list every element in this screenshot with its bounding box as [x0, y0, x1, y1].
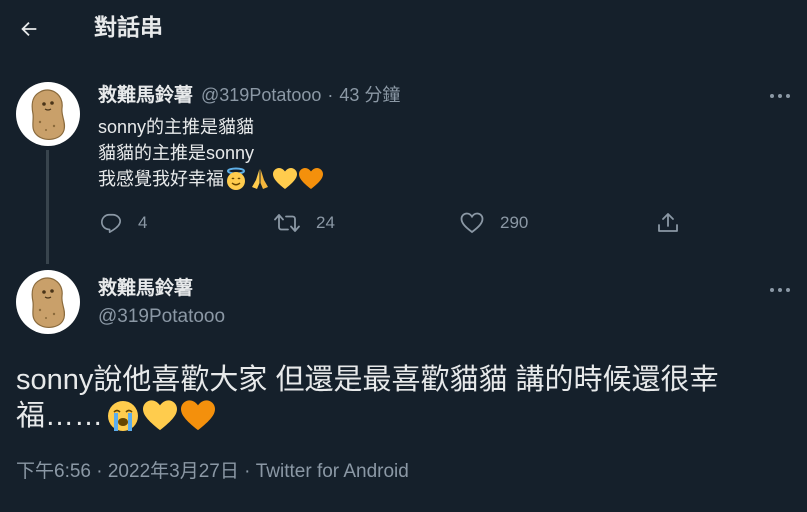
more-dots-icon	[770, 94, 790, 98]
potato-avatar-icon	[31, 89, 66, 140]
retweet-button[interactable]: 24	[274, 212, 335, 234]
potato-avatar-icon	[31, 277, 66, 328]
like-button[interactable]: 290	[460, 212, 528, 234]
display-name[interactable]: 救難馬鈴薯	[98, 84, 193, 108]
tweet-line: sonny的主推是貓貓	[98, 117, 255, 137]
back-button[interactable]	[14, 14, 44, 44]
tweet-time[interactable]: 43 分鐘	[339, 83, 400, 107]
separator-dot: ·	[327, 85, 334, 105]
retweet-icon	[274, 214, 300, 232]
smiling-face-with-halo-icon	[227, 167, 245, 190]
share-icon	[658, 213, 678, 232]
orange-heart-icon	[299, 168, 323, 189]
handle[interactable]: @319Potatooo	[98, 305, 225, 329]
tweet-line: 福……	[16, 400, 104, 432]
reply-count: 4	[138, 213, 148, 232]
handle[interactable]: @319Potatooo	[201, 83, 321, 107]
tweet-line: sonny說他喜歡大家 但還是最喜歡貓貓 講的時候還很幸	[16, 364, 719, 396]
orange-heart-icon	[181, 400, 216, 431]
loudly-crying-face-icon	[108, 401, 139, 431]
like-count: 290	[500, 213, 529, 232]
display-name[interactable]: 救難馬鈴薯	[98, 277, 193, 301]
folded-hands-icon	[252, 169, 268, 189]
tweet-line: 我感覺我好幸福	[98, 169, 224, 189]
heart-icon	[460, 212, 484, 234]
avatar[interactable]	[16, 82, 80, 146]
thread-connector-line	[46, 150, 49, 264]
more-options-button[interactable]	[768, 280, 792, 300]
yellow-heart-icon	[273, 168, 297, 189]
avatar[interactable]	[16, 270, 80, 334]
back-arrow-icon	[21, 21, 37, 37]
reply-button[interactable]: 4	[100, 212, 147, 234]
yellow-heart-icon	[143, 400, 178, 431]
tweet-line: 貓貓的主推是sonny	[98, 143, 255, 163]
more-options-button[interactable]	[768, 86, 792, 106]
share-button[interactable]	[656, 211, 696, 235]
page-title: 對話串	[94, 14, 163, 40]
tweet-timestamp[interactable]: 下午6:56 · 2022年3月27日 · Twitter for Androi…	[16, 460, 409, 484]
top-bar: 對話串	[0, 0, 807, 56]
tweet1-text: sonny的主推是貓貓 貓貓的主推是sonny 我感覺我好幸福	[98, 114, 698, 192]
tweet2-text: sonny說他喜歡大家 但還是最喜歡貓貓 講的時候還很幸 福……	[16, 362, 801, 434]
tweet1-header: 救難馬鈴薯 @319Potatooo · 43 分鐘	[98, 83, 400, 108]
more-dots-icon	[770, 288, 790, 292]
retweet-count: 24	[316, 213, 335, 232]
reply-icon	[101, 213, 121, 233]
